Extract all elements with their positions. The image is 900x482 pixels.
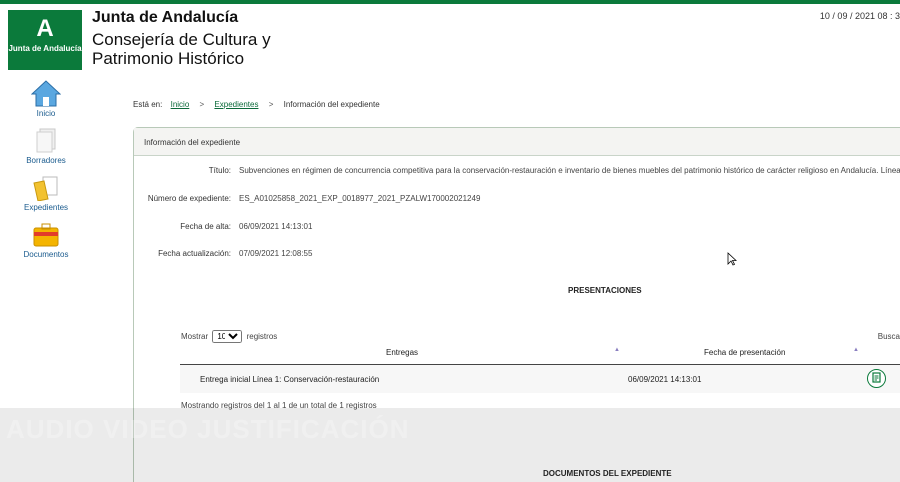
numero-expediente-value: ES_A01025858_2021_EXP_0018977_2021_PZALW… (239, 194, 481, 203)
breadcrumb-link-expedientes[interactable]: Expedientes (214, 100, 258, 109)
numero-expediente-label: Número de expediente: (147, 194, 231, 203)
logo-mark-icon: A (36, 15, 54, 42)
page-length-control: Mostrar 10 registros (181, 330, 277, 343)
sort-arrow-icon[interactable]: ▲ (614, 347, 620, 353)
breadcrumb-prefix: Está en: (133, 100, 163, 109)
department-line-2: Patrimonio Histórico (92, 49, 245, 68)
top-accent-line (0, 0, 900, 4)
fecha-cell: 06/09/2021 14:13:01 (628, 375, 702, 384)
sort-arrow-icon[interactable]: ▲ (853, 347, 859, 353)
junta-logo[interactable]: A Junta de Andalucía (8, 10, 82, 70)
header-datetime: 10 / 09 / 2021 08 : 3 (819, 11, 900, 21)
sidebar-item-expedientes[interactable]: Expedientes (18, 175, 74, 212)
mouse-cursor-icon (727, 252, 737, 266)
titulo-label: Título: (208, 166, 231, 175)
fecha-alta-label: Fecha de alta: (180, 222, 231, 231)
breadcrumb-link-inicio[interactable]: Inicio (171, 100, 190, 109)
presentaciones-title: PRESENTACIONES (568, 286, 642, 295)
document-icon (872, 372, 881, 383)
department-line-1: Consejería de Cultura y (92, 30, 271, 49)
department-name: Consejería de Cultura y Patrimonio Histó… (92, 30, 322, 68)
sidebar-item-label: Inicio (36, 109, 56, 118)
video-overlay-text: AUDIO VIDEO JUSTIFICACIÓN (6, 414, 410, 444)
column-header-entregas[interactable]: Entregas (386, 348, 418, 357)
view-document-button[interactable] (867, 369, 886, 388)
titulo-value: Subvenciones en régimen de concurrencia … (239, 166, 900, 175)
breadcrumb-current: Información del expediente (283, 100, 380, 109)
sidebar-item-label: Borradores (26, 156, 66, 165)
briefcase-icon (33, 223, 59, 247)
breadcrumb: Está en: Inicio > Expedientes > Informac… (133, 100, 380, 109)
fecha-alta-value: 06/09/2021 14:13:01 (239, 222, 313, 231)
folder-icon (33, 176, 58, 201)
sidebar-item-label: Documentos (23, 250, 69, 259)
entrega-cell: Entrega inicial Línea 1: Conservación-re… (200, 375, 380, 384)
sidebar-item-documentos[interactable]: Documentos (18, 222, 74, 259)
breadcrumb-separator: > (199, 100, 205, 109)
drafts-icon (36, 128, 56, 153)
column-header-fecha[interactable]: Fecha de presentación (704, 348, 785, 357)
breadcrumb-separator: > (268, 100, 274, 109)
home-icon (31, 80, 61, 107)
records-label: registros (246, 332, 278, 341)
sidebar-item-inicio[interactable]: Inicio (18, 80, 74, 118)
page-size-select[interactable]: 10 (212, 330, 243, 343)
documentos-title: DOCUMENTOS DEL EXPEDIENTE (543, 469, 672, 478)
show-label: Mostrar (181, 332, 209, 341)
fecha-actualizacion-label: Fecha actualización: (158, 249, 231, 258)
logo-text: Junta de Andalucía (8, 44, 82, 53)
org-name: Junta de Andalucía (92, 9, 239, 26)
search-label: Busca (877, 332, 900, 341)
fecha-actualizacion-value: 07/09/2021 12:08:55 (239, 249, 313, 258)
sidebar-item-borradores[interactable]: Borradores (18, 128, 74, 165)
panel-title: Información del expediente (134, 128, 900, 156)
sidebar-item-label: Expedientes (23, 203, 69, 212)
